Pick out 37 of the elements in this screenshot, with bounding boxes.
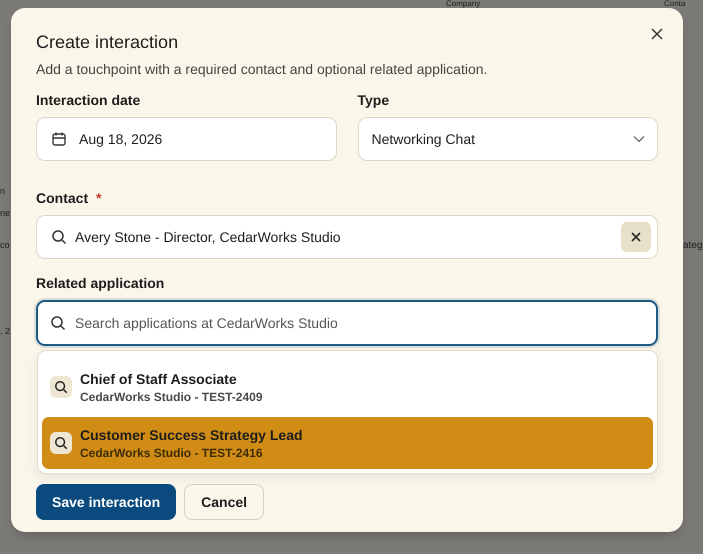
search-icon (50, 432, 72, 454)
search-icon (50, 376, 72, 398)
search-icon (50, 315, 66, 331)
dialog-title: Create interaction (36, 32, 180, 53)
field-label: Contact * (36, 190, 102, 206)
calendar-icon (51, 131, 67, 147)
save-button[interactable]: Save interaction (36, 484, 176, 520)
required-mark: * (96, 190, 102, 206)
background-text: Conta (664, 0, 686, 8)
contact-value: Avery Stone - Director, CedarWorks Studio (75, 229, 342, 245)
type-select[interactable]: Networking Chat (358, 117, 658, 161)
clear-button[interactable] (621, 222, 651, 252)
date-value: Aug 18, 2026 (79, 131, 162, 147)
background-text: ateg (683, 240, 702, 251)
background-text: n (0, 186, 6, 197)
result-option[interactable]: Chief of Staff Associate CedarWorks Studio - TEST-2409 (42, 361, 653, 413)
option-title: Customer Success Strategy Lead (80, 426, 303, 442)
search-field[interactable]: Search applications at CedarWorks Studio (36, 300, 658, 346)
background-text: ne (0, 208, 10, 219)
chevron-down-icon (633, 135, 645, 143)
search-icon (51, 229, 67, 245)
close-icon[interactable] (651, 28, 663, 40)
date-field[interactable]: Aug 18, 2026 (36, 117, 336, 161)
background-text: Company (446, 0, 480, 8)
cancel-button[interactable]: Cancel (184, 484, 264, 520)
field-label: Related application (36, 275, 166, 291)
option-title: Chief of Staff Associate (80, 370, 238, 386)
result-option[interactable]: Customer Success Strategy Lead CedarWorks Studio - TEST-2416 (42, 417, 653, 469)
option-subtitle: CedarWorks Studio - TEST-2416 (80, 446, 264, 460)
option-subtitle: CedarWorks Studio - TEST-2409 (80, 390, 262, 404)
background-text: co (0, 240, 10, 251)
field-label: Type (358, 92, 390, 108)
background-text: , 2 (0, 326, 10, 337)
close-icon (631, 232, 641, 242)
field-label: Interaction date (36, 92, 142, 108)
dialog-subtitle: Add a touchpoint with a required contact and optional related application. (36, 61, 488, 77)
contact-field[interactable]: Avery Stone - Director, CedarWorks Studio (36, 215, 658, 259)
